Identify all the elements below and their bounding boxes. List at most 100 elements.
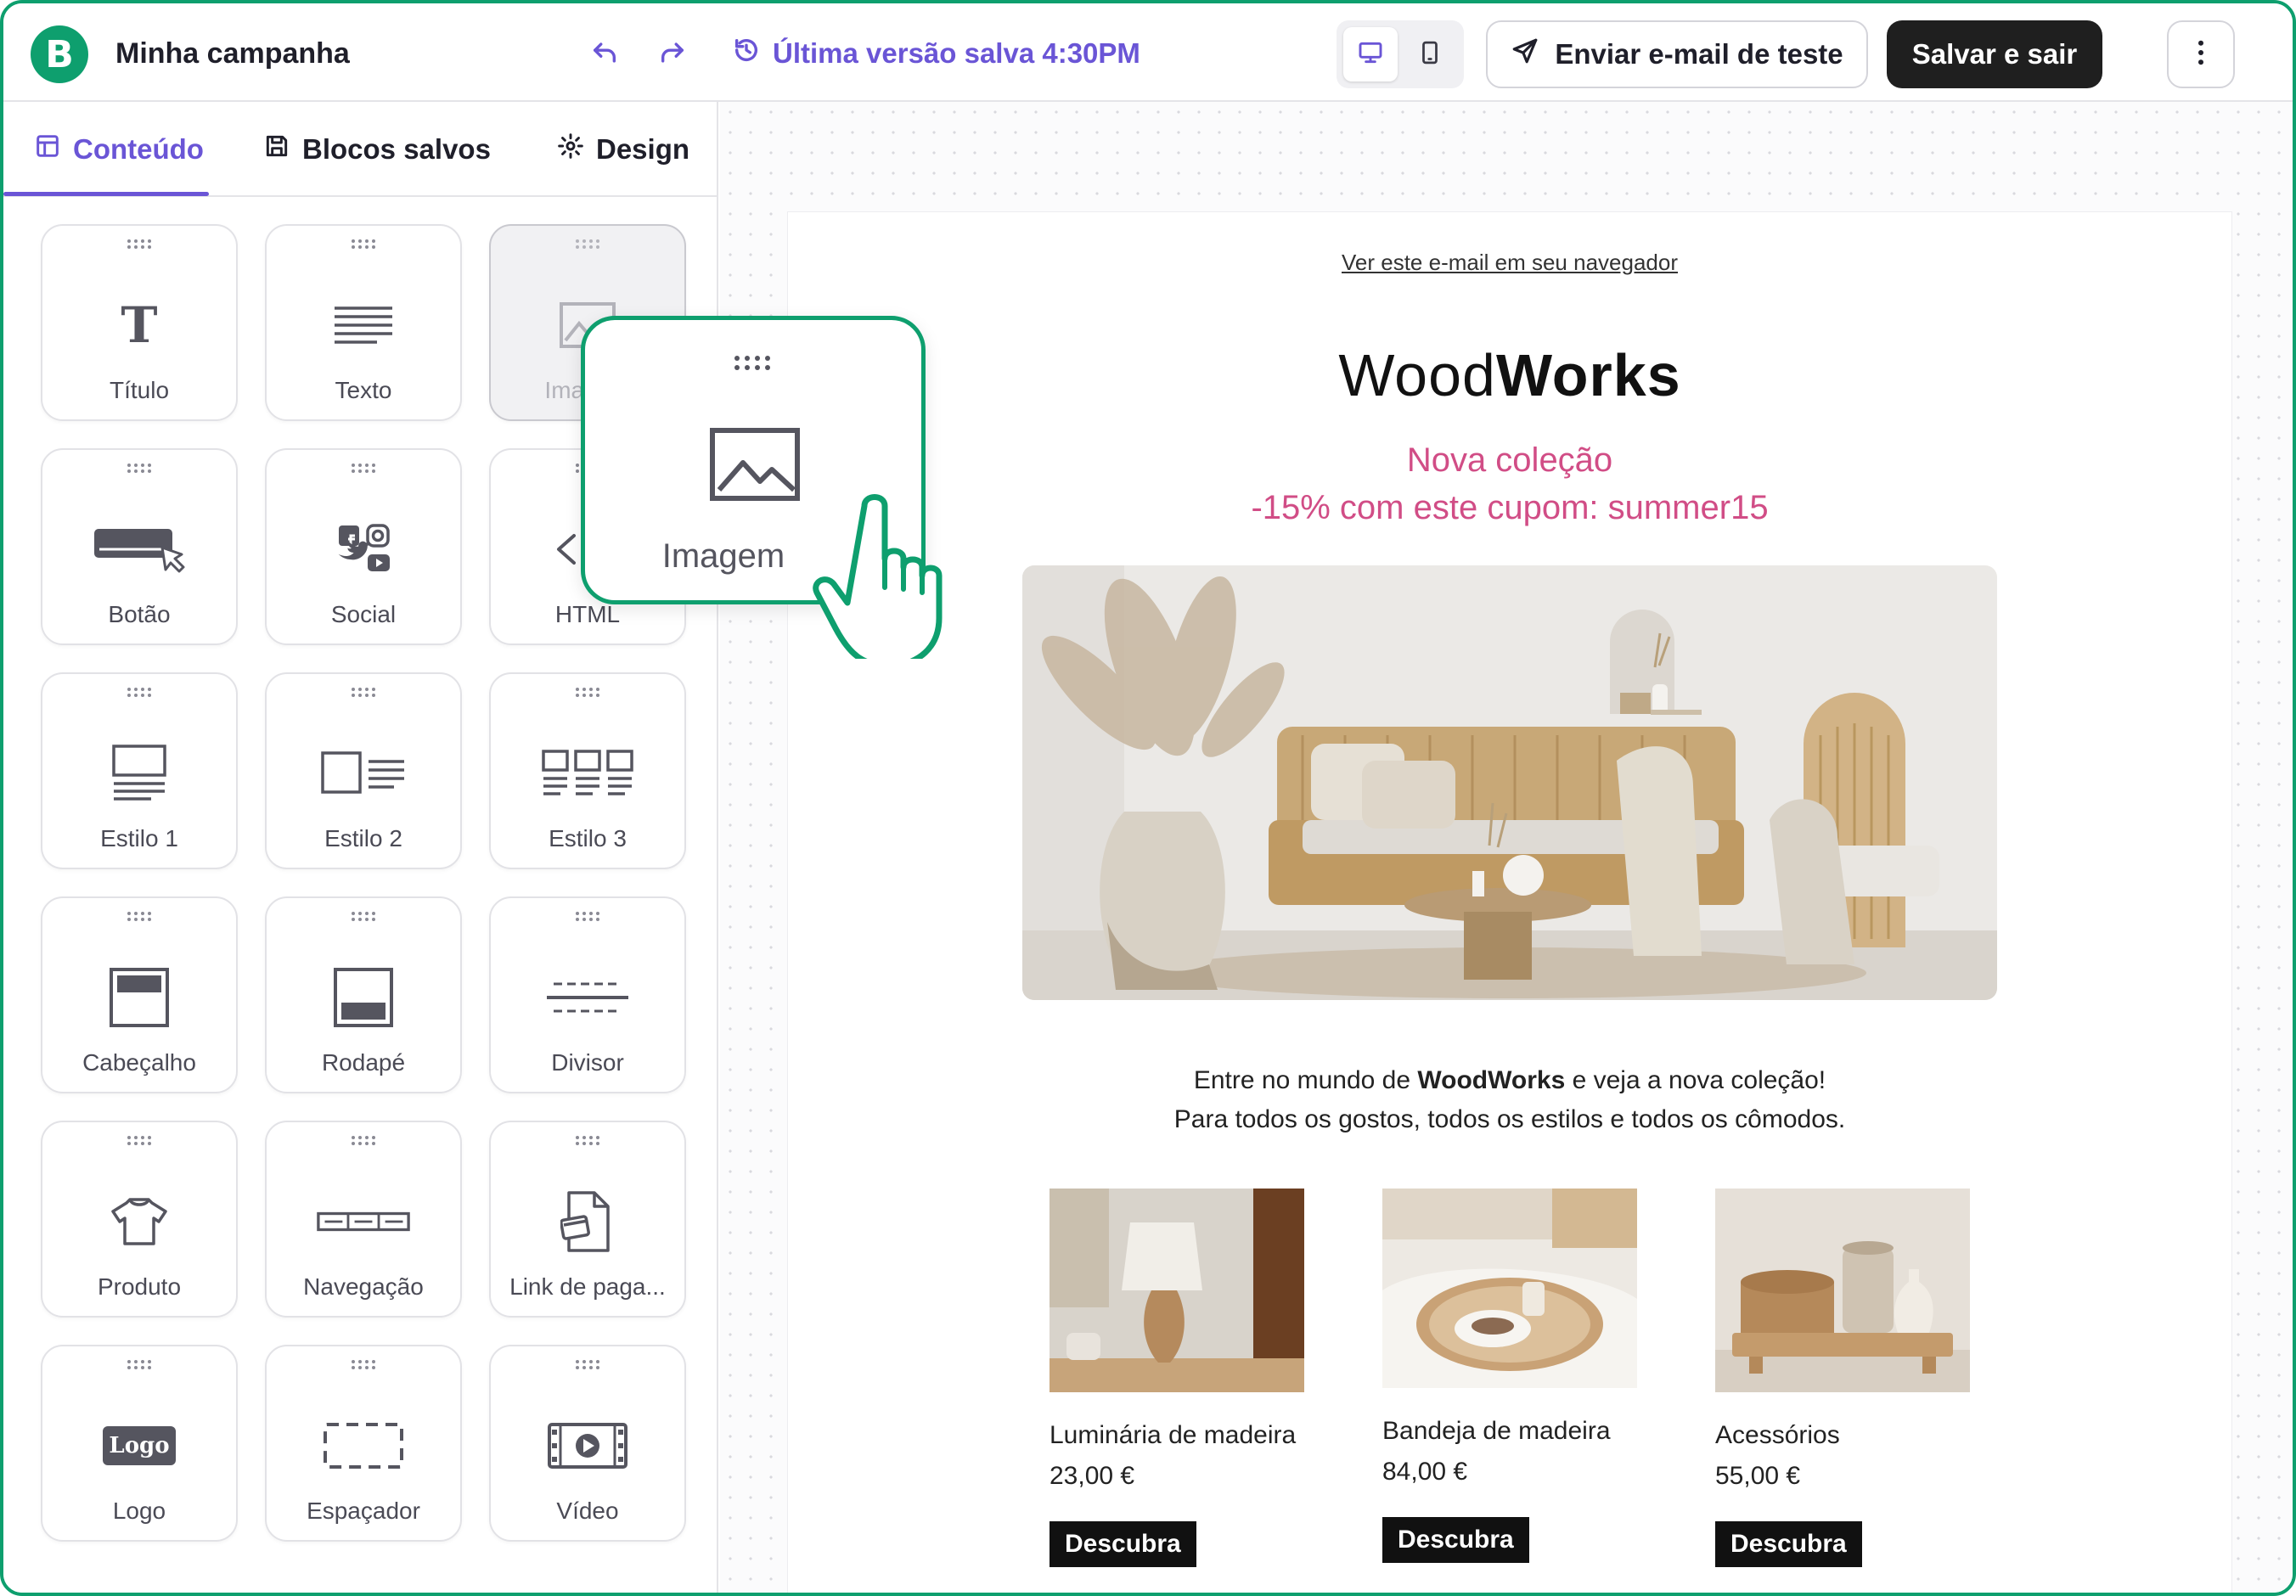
campaign-name[interactable]: Minha campanha (115, 37, 350, 70)
drag-handle-icon (352, 688, 375, 697)
gear-icon (557, 132, 584, 166)
discover-button[interactable]: Descubra (1715, 1521, 1862, 1567)
block-label: Espaçador (307, 1498, 420, 1524)
save-and-exit-button[interactable]: Salvar e sair (1887, 20, 2102, 88)
email-preview[interactable]: Ver este e-mail em seu navegador WoodWor… (788, 212, 2231, 1593)
product-card[interactable]: Bandeja de madeira 84,00 € Descubra (1382, 1189, 1637, 1563)
block-estilo-1[interactable]: Estilo 1 (41, 672, 238, 869)
style3-icon (541, 744, 634, 803)
product-image-accessories[interactable] (1715, 1189, 1970, 1392)
promo-coupon[interactable]: -15% com este cupom: summer15 (788, 489, 2231, 527)
block-cabecalho[interactable]: Cabeçalho (41, 896, 238, 1093)
intro-suffix: e veja a nova coleção! (1565, 1066, 1826, 1094)
product-card[interactable]: Acessórios 55,00 € Descubra (1715, 1189, 1970, 1567)
send-test-email-button[interactable]: Enviar e-mail de teste (1486, 20, 1868, 88)
tab-label: Conteúdo (73, 133, 204, 165)
block-rodape[interactable]: Rodapé (265, 896, 462, 1093)
active-tab-indicator (3, 192, 209, 196)
promo-title[interactable]: Nova coleção (788, 441, 2231, 480)
block-navegacao[interactable]: Navegação (265, 1121, 462, 1318)
image-icon (710, 428, 800, 501)
block-label: Logo (112, 1498, 166, 1524)
drag-handle-icon (576, 239, 599, 249)
block-label: Produto (97, 1273, 182, 1300)
tshirt-icon (93, 1192, 186, 1251)
block-label: Título (109, 377, 170, 403)
block-titulo[interactable]: T Título (41, 224, 238, 421)
block-label: Texto (335, 377, 392, 403)
text-icon (317, 295, 410, 355)
product-name: Bandeja de madeira (1382, 1417, 1611, 1445)
version-status[interactable]: Última versão salva 4:30PM (732, 36, 1140, 71)
block-label: Vídeo (556, 1498, 619, 1524)
block-label: Cabeçalho (82, 1049, 196, 1076)
header-block-icon (93, 968, 186, 1027)
block-video[interactable]: Vídeo (489, 1345, 686, 1542)
block-label: Navegação (303, 1273, 424, 1300)
view-in-browser-link[interactable]: Ver este e-mail em seu navegador (788, 250, 2231, 276)
block-divisor[interactable]: Divisor (489, 896, 686, 1093)
block-texto[interactable]: Texto (265, 224, 462, 421)
brand-logo-text[interactable]: WoodWorks (788, 341, 2231, 409)
drag-handle-icon (576, 1136, 599, 1145)
block-estilo-3[interactable]: Estilo 3 (489, 672, 686, 869)
block-link-pagamento[interactable]: Link de paga... (489, 1121, 686, 1318)
navigation-icon (317, 1192, 410, 1251)
intro-text-line2[interactable]: Para todos os gostos, todos os estilos e… (788, 1105, 2231, 1134)
drag-handle-icon (127, 464, 151, 473)
product-price: 84,00 € (1382, 1458, 1468, 1486)
hand-cursor-icon (813, 494, 943, 659)
brevo-logo[interactable]: B (31, 25, 88, 83)
device-toggle (1337, 20, 1464, 88)
drag-handle-icon (352, 464, 375, 473)
tab-label: Design (596, 133, 690, 165)
button-icon (93, 520, 186, 579)
discover-button[interactable]: Descubra (1382, 1517, 1529, 1563)
undo-icon[interactable] (588, 36, 622, 70)
tab-conteudo[interactable]: Conteúdo (34, 132, 204, 166)
block-label: Estilo 3 (549, 825, 627, 851)
desktop-view-button[interactable] (1343, 27, 1398, 81)
product-image-lamp[interactable] (1050, 1189, 1304, 1392)
block-produto[interactable]: Produto (41, 1121, 238, 1318)
discover-button[interactable]: Descubra (1050, 1521, 1196, 1567)
block-label: Rodapé (321, 1049, 406, 1076)
brand-bold: Works (1495, 342, 1681, 408)
drag-handle-icon (127, 1360, 151, 1369)
video-icon (541, 1416, 634, 1475)
block-label: Botão (108, 601, 171, 627)
intro-bold: WoodWorks (1417, 1066, 1566, 1094)
layout-icon (34, 132, 61, 166)
intro-text-line1[interactable]: Entre no mundo de WoodWorks e veja a nov… (788, 1066, 2231, 1095)
divider-icon (541, 968, 634, 1027)
tab-blocos-salvos[interactable]: Blocos salvos (263, 132, 491, 166)
drag-handle-icon (352, 1136, 375, 1145)
product-image-tray[interactable] (1382, 1189, 1637, 1388)
drag-handle-icon (734, 356, 770, 370)
more-options-button[interactable] (2167, 20, 2235, 88)
svg-text:T: T (121, 301, 157, 349)
send-icon (1511, 37, 1539, 72)
tab-design[interactable]: Design (557, 132, 689, 166)
product-card[interactable]: Luminária de madeira 23,00 € Descubra (1050, 1189, 1304, 1567)
block-botao[interactable]: Botão (41, 448, 238, 645)
social-icon (317, 520, 410, 579)
hero-image[interactable] (1022, 565, 1997, 1000)
product-price: 55,00 € (1715, 1462, 1801, 1490)
drag-handle-icon (576, 912, 599, 921)
title-icon: T (93, 295, 186, 355)
top-bar: B Minha campanha Última versão salva 4:3… (3, 3, 2293, 102)
sidebar-tabs: Conteúdo Blocos salvos Design (3, 102, 717, 197)
redo-icon[interactable] (656, 36, 689, 70)
mobile-view-button[interactable] (1403, 27, 1457, 81)
block-estilo-2[interactable]: Estilo 2 (265, 672, 462, 869)
brand-light: Wood (1338, 342, 1496, 408)
block-label: Link de paga... (509, 1273, 666, 1300)
send-test-label: Enviar e-mail de teste (1555, 38, 1843, 70)
desktop-icon (1357, 39, 1384, 70)
footer-block-icon (317, 968, 410, 1027)
block-logo[interactable]: Logo Logo (41, 1345, 238, 1542)
app-window: B Minha campanha Última versão salva 4:3… (0, 0, 2296, 1596)
block-social[interactable]: Social (265, 448, 462, 645)
block-espacador[interactable]: Espaçador (265, 1345, 462, 1542)
